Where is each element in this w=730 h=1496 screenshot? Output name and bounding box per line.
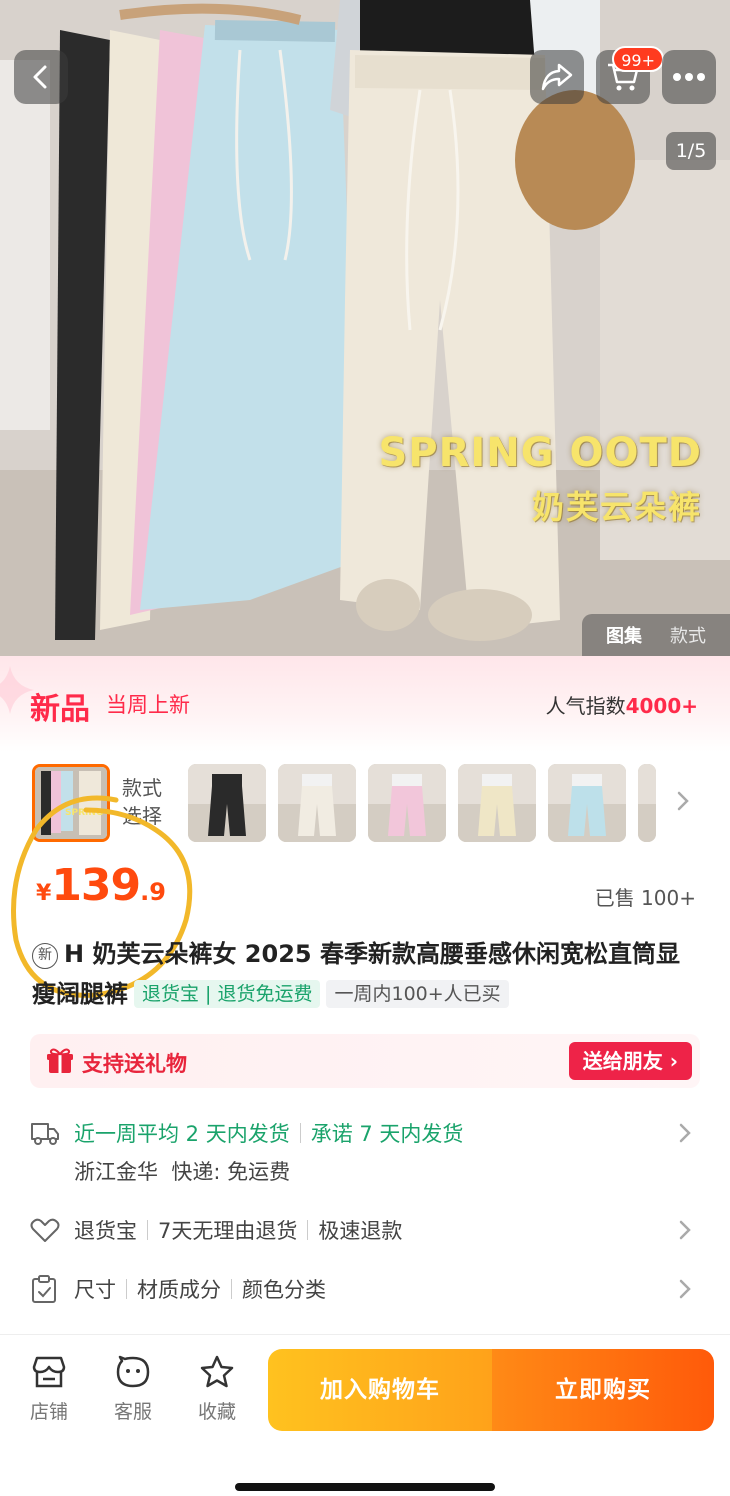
gallery-tabs: 图集 款式 (582, 614, 730, 656)
gift-icon (47, 1048, 73, 1073)
spec-item: 材质成分 (137, 1278, 221, 1302)
style-thumb[interactable] (368, 764, 446, 842)
style-thumb[interactable] (278, 764, 356, 842)
chevron-left-icon (33, 65, 47, 89)
tab-gallery[interactable]: 图集 (606, 622, 642, 648)
style-thumb[interactable] (458, 764, 536, 842)
favorite-button[interactable]: 收藏 (182, 1355, 252, 1424)
shipping-avg: 近一周平均 2 天内发货 (74, 1122, 290, 1146)
bottom-action-bar: 店铺 客服 收藏 加入购物车 立即购买 (0, 1334, 730, 1496)
returns-row[interactable]: 退货宝 7天无理由退货 极速退款 (30, 1215, 702, 1247)
truck-icon (31, 1123, 59, 1145)
store-label: 店铺 (29, 1401, 68, 1423)
tab-styles[interactable]: 款式 (670, 622, 706, 648)
price-decimal: .9 (140, 878, 166, 906)
style-thumb[interactable] (548, 764, 626, 842)
image-page-indicator: 1/5 (666, 132, 716, 170)
send-to-friend-label: 送给朋友 (582, 1049, 663, 1073)
overlay-line-2: 奶芙云朵裤 (531, 488, 702, 526)
clipboard-icon (32, 1275, 56, 1303)
gift-label: 支持送礼物 (82, 1052, 187, 1076)
returns-item: 7天无理由退货 (158, 1219, 298, 1243)
back-button[interactable] (14, 50, 68, 104)
return-insurance-tag: 退货宝 | 退货免运费 (134, 980, 321, 1008)
popularity-value: 4000+ (625, 694, 698, 718)
chevron-right-icon (679, 1220, 691, 1240)
popularity-index: 人气指数4000+ (546, 690, 698, 719)
favorite-label: 收藏 (197, 1401, 236, 1423)
spec-item: 颜色分类 (242, 1278, 326, 1302)
chevron-right-icon (679, 1279, 691, 1299)
style-thumb[interactable] (638, 764, 656, 842)
chevron-right-icon (679, 1123, 691, 1143)
returns-item: 退货宝 (74, 1219, 137, 1243)
more-dots-icon (673, 73, 705, 81)
shipping-promise: 近一周平均 2 天内发货 承诺 7 天内发货 (74, 1118, 463, 1148)
cart-button[interactable]: 99+ (596, 46, 664, 104)
store-icon (32, 1356, 66, 1388)
send-to-friend-button[interactable]: 送给朋友 › (568, 1042, 692, 1080)
service-label: 客服 (113, 1401, 152, 1423)
returns-item: 极速退款 (318, 1219, 403, 1243)
product-image-carousel[interactable]: 99+ 1/5 SPRING OOTD 奶芙云朵裤 图集 款式 (0, 0, 730, 656)
price-integer: 139 (51, 860, 141, 911)
store-button[interactable]: 店铺 (14, 1355, 84, 1424)
gift-bar[interactable]: 支持送礼物 送给朋友 › (30, 1034, 700, 1088)
chevron-right-icon[interactable] (676, 790, 690, 812)
price: ¥139.9 (36, 860, 166, 911)
spec-item: 尺寸 (74, 1278, 116, 1302)
overlay-line-1: SPRING OOTD (378, 430, 702, 476)
more-button[interactable] (662, 50, 716, 104)
sold-count: 已售 100+ (594, 886, 696, 910)
currency-symbol: ¥ (36, 881, 52, 906)
shipping-row[interactable]: 近一周平均 2 天内发货 承诺 7 天内发货 浙江金华 快递: 免运费 (30, 1118, 702, 1188)
weekly-buyers-tag: 一周内100+人已买 (326, 980, 509, 1008)
shipping-commit: 承诺 7 天内发货 (310, 1122, 464, 1146)
share-icon (541, 63, 573, 91)
star-icon (200, 1355, 234, 1388)
shipping-origin: 浙江金华 快递: 免运费 (74, 1160, 291, 1184)
chat-face-icon (116, 1355, 150, 1388)
share-button[interactable] (530, 50, 584, 104)
new-tag: 新品 (30, 692, 90, 727)
new-arrival-banner: 新品 当周上新 人气指数4000+ (0, 656, 730, 752)
shield-heart-icon (30, 1218, 60, 1242)
new-subtitle: 当周上新 (106, 693, 190, 717)
buy-now-button[interactable]: 立即购买 (492, 1349, 714, 1431)
new-badge: 新 (32, 943, 58, 969)
specs-row[interactable]: 尺寸 材质成分 颜色分类 (30, 1274, 702, 1306)
popularity-label: 人气指数 (545, 694, 626, 718)
home-indicator (235, 1483, 495, 1491)
product-title-block: 新H 奶芙云朵裤女 2025 春季新款高腰垂感休闲宽松直筒显瘦阔腿裤 退货宝 | … (32, 934, 702, 1014)
add-to-cart-button[interactable]: 加入购物车 (268, 1349, 492, 1431)
customer-service-button[interactable]: 客服 (98, 1355, 168, 1424)
cart-count-badge: 99+ (612, 46, 664, 72)
returns-info: 退货宝 7天无理由退货 极速退款 (74, 1215, 402, 1245)
image-overlay-text: SPRING OOTD 奶芙云朵裤 (378, 430, 702, 528)
specs-info: 尺寸 材质成分 颜色分类 (74, 1274, 326, 1304)
